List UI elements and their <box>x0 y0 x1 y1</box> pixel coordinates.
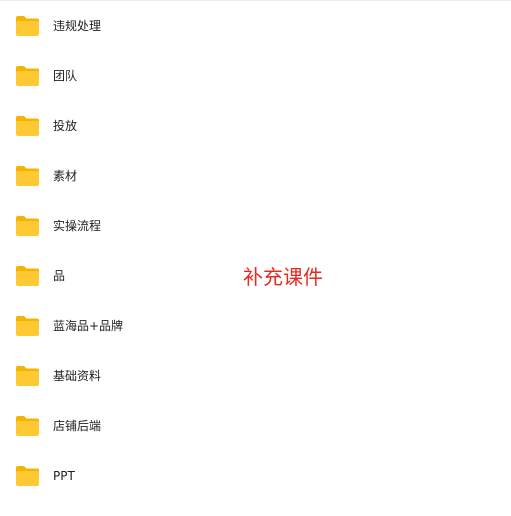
folder-icon <box>15 215 40 237</box>
folder-item[interactable]: 店铺后端 <box>0 401 511 451</box>
folder-label: 品 <box>53 269 66 283</box>
folder-label: 团队 <box>53 69 78 83</box>
folder-label: 素材 <box>53 169 78 183</box>
supplement-courseware-annotation: 补充课件 <box>243 265 323 289</box>
folder-icon <box>15 415 40 437</box>
folder-icon <box>15 115 40 137</box>
folder-item[interactable]: 实操流程 <box>0 201 511 251</box>
folder-icon <box>15 315 40 337</box>
folder-label: 实操流程 <box>53 219 102 233</box>
folder-icon <box>15 65 40 87</box>
folder-item[interactable]: 基础资料 <box>0 351 511 401</box>
folder-item[interactable]: PPT <box>0 451 511 501</box>
folder-label: 投放 <box>53 119 78 133</box>
folder-icon <box>15 265 40 287</box>
folder-label: PPT <box>53 469 75 483</box>
folder-label: 基础资料 <box>53 369 102 383</box>
folder-icon <box>15 165 40 187</box>
folder-item[interactable]: 团队 <box>0 51 511 101</box>
folder-icon <box>15 15 40 37</box>
folder-item[interactable]: 投放 <box>0 101 511 151</box>
folder-item[interactable]: 素材 <box>0 151 511 201</box>
folder-label: 店铺后端 <box>53 419 102 433</box>
folder-item[interactable]: 违规处理 <box>0 1 511 51</box>
folder-label: 蓝海品+品牌 <box>53 319 124 333</box>
folder-icon <box>15 365 40 387</box>
folder-list: 违规处理 团队 投放 素材 实操流程 品 蓝海品+品牌 基础资料 店铺后端 PP… <box>0 0 511 516</box>
folder-item[interactable]: 蓝海品+品牌 <box>0 301 511 351</box>
folder-icon <box>15 465 40 487</box>
folder-label: 违规处理 <box>53 19 102 33</box>
